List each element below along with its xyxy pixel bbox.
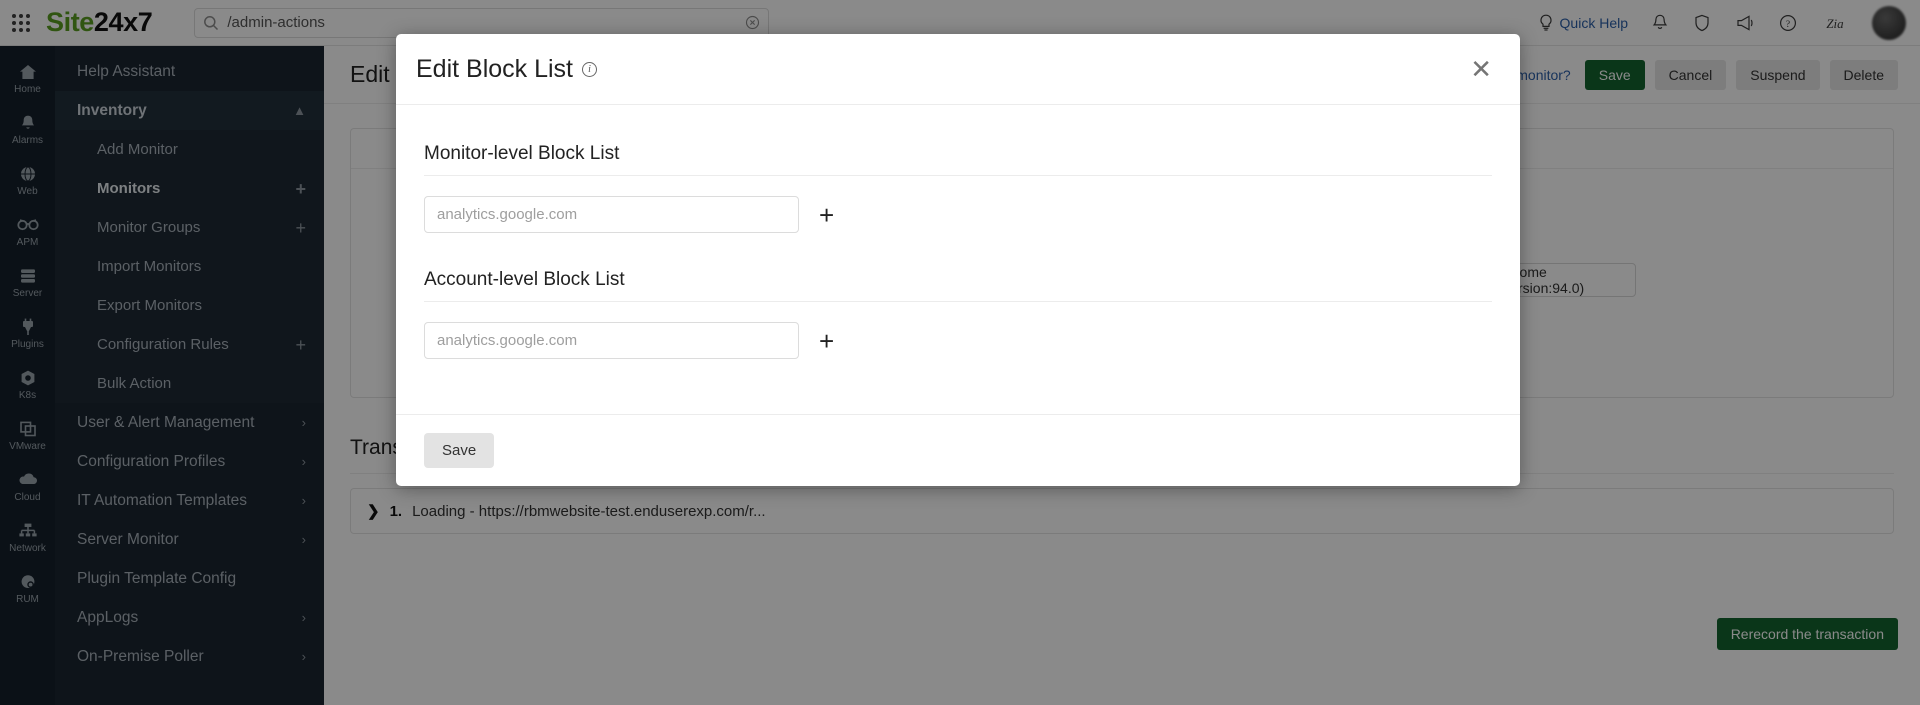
dialog-footer: Save bbox=[396, 414, 1520, 486]
account-level-block-list-section: Account-level Block List + bbox=[424, 269, 1492, 359]
info-circle-icon[interactable]: i bbox=[582, 62, 597, 77]
monitor-level-block-list-input[interactable] bbox=[424, 196, 799, 233]
monitor-level-block-list-row: + bbox=[424, 196, 1492, 233]
monitor-level-block-list-section: Monitor-level Block List + bbox=[424, 143, 1492, 233]
dialog-title: Edit Block List i bbox=[416, 55, 597, 84]
plus-icon[interactable]: + bbox=[819, 328, 834, 354]
account-level-block-list-heading: Account-level Block List bbox=[424, 269, 1492, 302]
dialog-header: Edit Block List i ✕ bbox=[396, 34, 1520, 105]
plus-icon[interactable]: + bbox=[819, 202, 834, 228]
dialog-save-button[interactable]: Save bbox=[424, 433, 494, 468]
monitor-level-block-list-heading: Monitor-level Block List bbox=[424, 143, 1492, 176]
dialog-title-text: Edit Block List bbox=[416, 55, 573, 83]
dialog-body: Monitor-level Block List + Account-level… bbox=[396, 105, 1520, 414]
section-spacer bbox=[424, 233, 1492, 269]
edit-block-list-dialog: Edit Block List i ✕ Monitor-level Block L… bbox=[396, 34, 1520, 486]
close-icon[interactable]: ✕ bbox=[1470, 56, 1492, 82]
account-level-block-list-row: + bbox=[424, 322, 1492, 359]
account-level-block-list-input[interactable] bbox=[424, 322, 799, 359]
